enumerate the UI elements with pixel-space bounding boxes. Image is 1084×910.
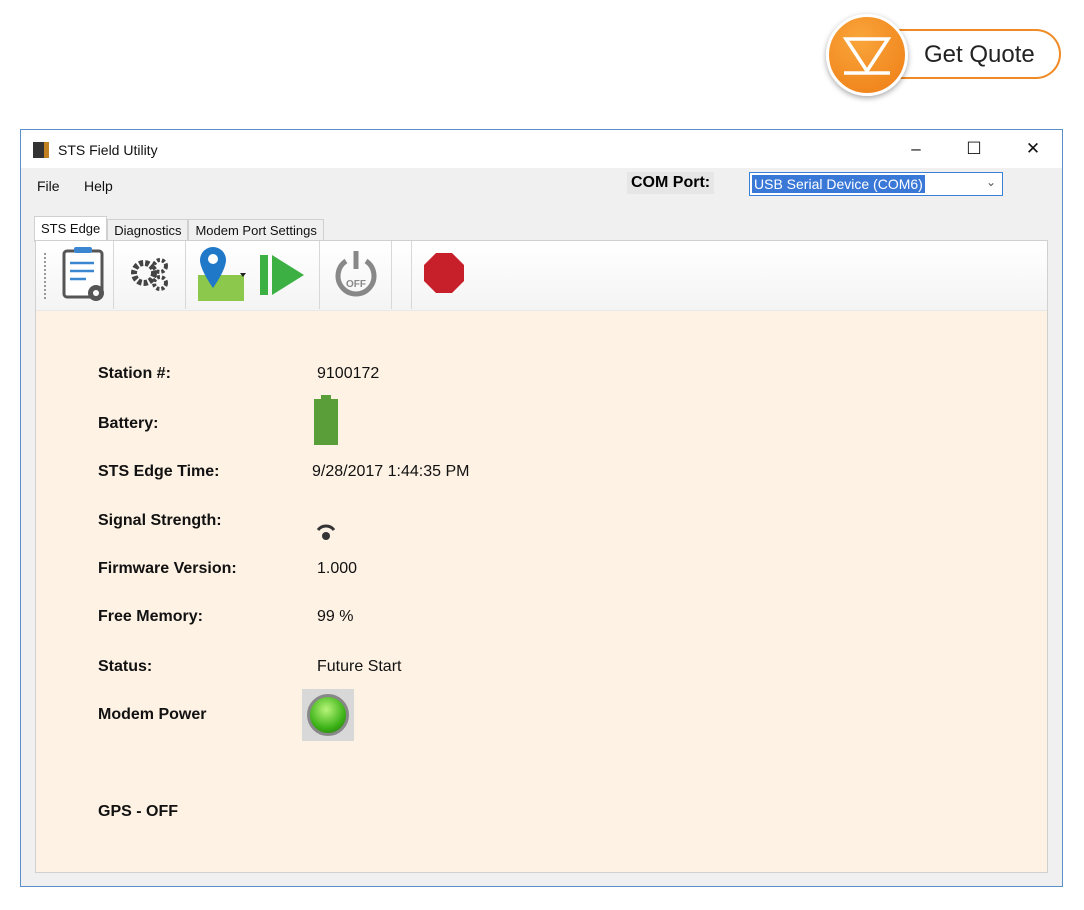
sts-edge-panel: OFF Station #: 9100172 Battery: STS Edge… [35,240,1048,873]
menu-help[interactable]: Help [84,178,113,194]
memory-label: Free Memory: [98,608,203,625]
power-off-icon: OFF [335,251,377,297]
time-value: 9/28/2017 1:44:35 PM [312,463,470,480]
com-port-label: COM Port: [627,172,715,194]
menu-file[interactable]: File [37,178,60,194]
firmware-value: 1.000 [317,560,358,577]
tab-diagnostics[interactable]: Diagnostics [107,219,189,242]
gears-icon [131,258,168,291]
battery-icon [314,395,338,445]
quote-arrow-icon [826,14,908,96]
chevron-down-icon: ⌄ [985,175,996,189]
clipboard-gear-icon [62,247,104,301]
signal-strength-icon [314,520,338,547]
minimize-button[interactable]: – [891,136,941,162]
menu-bar: File Help COM Port: USB Serial Device (C… [21,168,1062,200]
stop-icon [424,253,464,293]
com-port-value: USB Serial Device (COM6) [752,175,925,193]
get-quote-label: Get Quote [924,41,1035,68]
tab-modem-port-settings[interactable]: Modem Port Settings [188,219,324,242]
com-port-select[interactable]: USB Serial Device (COM6) ⌄ [749,172,1003,196]
firmware-label: Firmware Version: [98,560,237,577]
toolbar: OFF [36,241,1047,311]
toolbar-separator [392,241,412,309]
toolbar-grip[interactable] [44,253,46,299]
power-off-button[interactable]: OFF [320,241,392,309]
report-button[interactable] [50,241,114,309]
station-label: Station #: [98,365,171,382]
modem-power-indicator [302,689,354,741]
window-title: STS Field Utility [58,142,158,158]
station-value: 9100172 [317,365,380,382]
gps-status-label: GPS - OFF [98,803,178,820]
gps-start-button[interactable] [186,241,320,309]
modem-power-label: Modem Power [98,706,207,723]
power-off-label: OFF [346,279,366,290]
signal-label: Signal Strength: [98,512,222,529]
maximize-button[interactable]: ☐ [949,136,999,162]
status-value: Future Start [317,658,402,675]
status-label: Status: [98,658,153,675]
tab-sts-edge[interactable]: STS Edge [34,216,108,242]
settings-button[interactable] [114,241,186,309]
map-pin-play-icon [198,247,304,301]
app-icon [33,142,49,158]
stop-button[interactable] [412,241,482,309]
close-button[interactable]: ✕ [1008,136,1058,162]
title-bar: STS Field Utility – ☐ ✕ [21,130,1062,168]
battery-label: Battery: [98,415,159,432]
memory-value: 99 % [317,608,354,625]
time-label: STS Edge Time: [98,463,220,480]
tab-strip: STS Edge Diagnostics Modem Port Settings [34,216,324,242]
get-quote-pill: Get Quote [886,29,1061,79]
get-quote-button[interactable]: Get Quote [826,14,1066,96]
app-window: STS Field Utility – ☐ ✕ File Help COM Po… [20,129,1063,887]
